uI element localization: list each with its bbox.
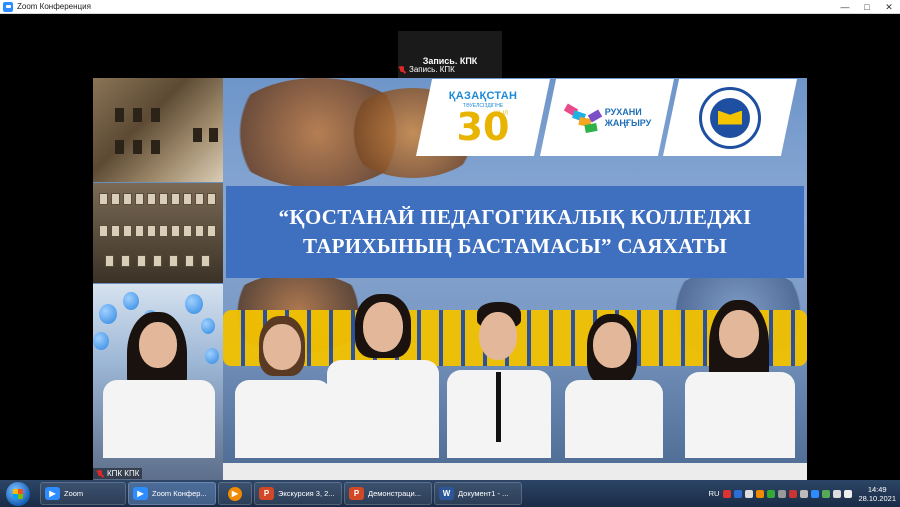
- meeting-stage: Запись. КПК Запись. КПК ҚАЗАҚСТАН ТӘУЕЛС…: [0, 14, 900, 480]
- taskbar-item-word-document[interactable]: W Документ1 - ...: [434, 482, 522, 505]
- window-title: Zoom Конференция: [17, 2, 91, 11]
- taskbar-item-label: Zoom: [64, 489, 84, 498]
- zoom-icon: ▶: [45, 487, 60, 500]
- taskbar-item-label: Демонстраци...: [368, 489, 421, 498]
- tray-app-icon[interactable]: [767, 489, 776, 498]
- powerpoint-icon: P: [349, 487, 364, 500]
- tray-app-icon[interactable]: [811, 489, 820, 498]
- tray-app-icon[interactable]: [756, 489, 765, 498]
- logo-kz-suffix: ЖЫЛ: [493, 111, 508, 117]
- taskbar-clock[interactable]: 14:49 28.10.2021: [858, 485, 896, 503]
- window-controls: — □ ✕: [834, 0, 900, 14]
- close-button[interactable]: ✕: [878, 0, 900, 14]
- slide-title-line1: “ҚОСТАНАЙ ПЕДАГОГИКАЛЫҚ КОЛЛЕДЖІ: [278, 205, 752, 229]
- maximize-button[interactable]: □: [856, 0, 878, 14]
- taskbar-item-powerpoint-demo[interactable]: P Демонстраци...: [344, 482, 432, 505]
- student-photo: [445, 298, 553, 458]
- powerpoint-icon: P: [259, 487, 274, 500]
- media-player-icon: ▶: [228, 486, 242, 501]
- tray-app-icon[interactable]: [723, 489, 732, 498]
- zoom-icon: ▶: [133, 487, 148, 500]
- minimize-button[interactable]: —: [834, 0, 856, 14]
- kazakhstan-30-years-logo: ҚАЗАҚСТАН ТӘУЕЛСІЗДІГІНЕ 30 ЖЫЛ: [416, 79, 550, 156]
- word-icon: W: [439, 487, 454, 500]
- student-photo: [563, 308, 665, 458]
- taskbar-item-zoom-conference[interactable]: ▶ Zoom Конфер...: [128, 482, 216, 505]
- active-speaker-label-text: Запись. КПК: [409, 65, 455, 74]
- mic-muted-icon: [398, 65, 406, 74]
- slide-title-line2: ТАРИХЫНЫҢ БАСТАМАСЫ” САЯХАТЫ: [302, 234, 728, 258]
- bird-icon: [563, 98, 603, 138]
- historic-building-photo: [93, 78, 223, 182]
- taskbar-item-label: Экскурсия 3, 2...: [278, 489, 335, 498]
- slide-title: “ҚОСТАНАЙ ПЕДАГОГИКАЛЫҚ КОЛЛЕДЖІ ТАРИХЫН…: [279, 203, 752, 261]
- mic-muted-icon: [96, 469, 104, 478]
- logo-ruhani-text: РУХАНИ ЖАҢҒЫРУ: [605, 107, 652, 129]
- tray-app-icon[interactable]: [745, 489, 754, 498]
- slide-title-band: “ҚОСТАНАЙ ПЕДАГОГИКАЛЫҚ КОЛЛЕДЖІ ТАРИХЫН…: [226, 186, 804, 278]
- book-icon: [718, 110, 742, 125]
- clock-date: 28.10.2021: [858, 493, 896, 503]
- network-icon[interactable]: [833, 489, 842, 498]
- tray-icons: [723, 489, 853, 498]
- taskbar-item-label: Zoom Конфер...: [152, 489, 207, 498]
- class-photo: [93, 183, 223, 283]
- taskbar-item-label: Документ1 - ...: [458, 489, 509, 498]
- tray-app-icon[interactable]: [778, 489, 787, 498]
- tray-app-icon[interactable]: [789, 489, 798, 498]
- tray-app-icon[interactable]: [734, 489, 743, 498]
- desk: [223, 463, 807, 480]
- taskbar-item-powerpoint-excursion[interactable]: P Экскурсия 3, 2...: [254, 482, 342, 505]
- student-photo: [325, 288, 441, 458]
- clock-time: 14:49: [867, 484, 887, 494]
- student-photo: [681, 298, 799, 458]
- start-button-icon[interactable]: [6, 481, 30, 506]
- student-photo: [101, 308, 219, 458]
- logo-ruhani-line1: РУХАНИ: [604, 106, 642, 117]
- active-speaker-label: Запись. КПК: [398, 65, 455, 74]
- college-emblem-logo: [663, 79, 797, 156]
- student-photo: [233, 308, 333, 458]
- rukhani-zhangyru-logo: РУХАНИ ЖАҢҒЫРУ: [540, 79, 674, 156]
- windows-taskbar: ▶ Zoom ▶ Zoom Конфер... ▶ P Экскурсия 3,…: [0, 480, 900, 507]
- window-titlebar: Zoom Конференция — □ ✕: [0, 0, 900, 14]
- logo-ruhani-line2: ЖАҢҒЫРУ: [604, 117, 652, 128]
- logo-kz-title: ҚАЗАҚСТАН: [448, 90, 518, 102]
- share-participant-name: КПК КПК: [107, 469, 140, 478]
- shared-screen[interactable]: ҚАЗАҚСТАН ТӘУЕЛСІЗДІГІНЕ 30 ЖЫЛ РУХАНИ Ж…: [93, 78, 807, 480]
- taskbar-item-media-player[interactable]: ▶: [218, 482, 252, 505]
- college-emblem-icon: [699, 86, 761, 149]
- share-participant-label: КПК КПК: [93, 468, 143, 479]
- language-indicator[interactable]: RU: [709, 489, 720, 498]
- taskbar-item-zoom[interactable]: ▶ Zoom: [40, 482, 126, 505]
- volume-icon[interactable]: [844, 489, 853, 498]
- system-tray: RU 14:49 28.10.2021: [709, 480, 900, 507]
- zoom-app-icon: [3, 1, 13, 12]
- tray-app-icon[interactable]: [822, 489, 831, 498]
- tray-app-icon[interactable]: [800, 489, 809, 498]
